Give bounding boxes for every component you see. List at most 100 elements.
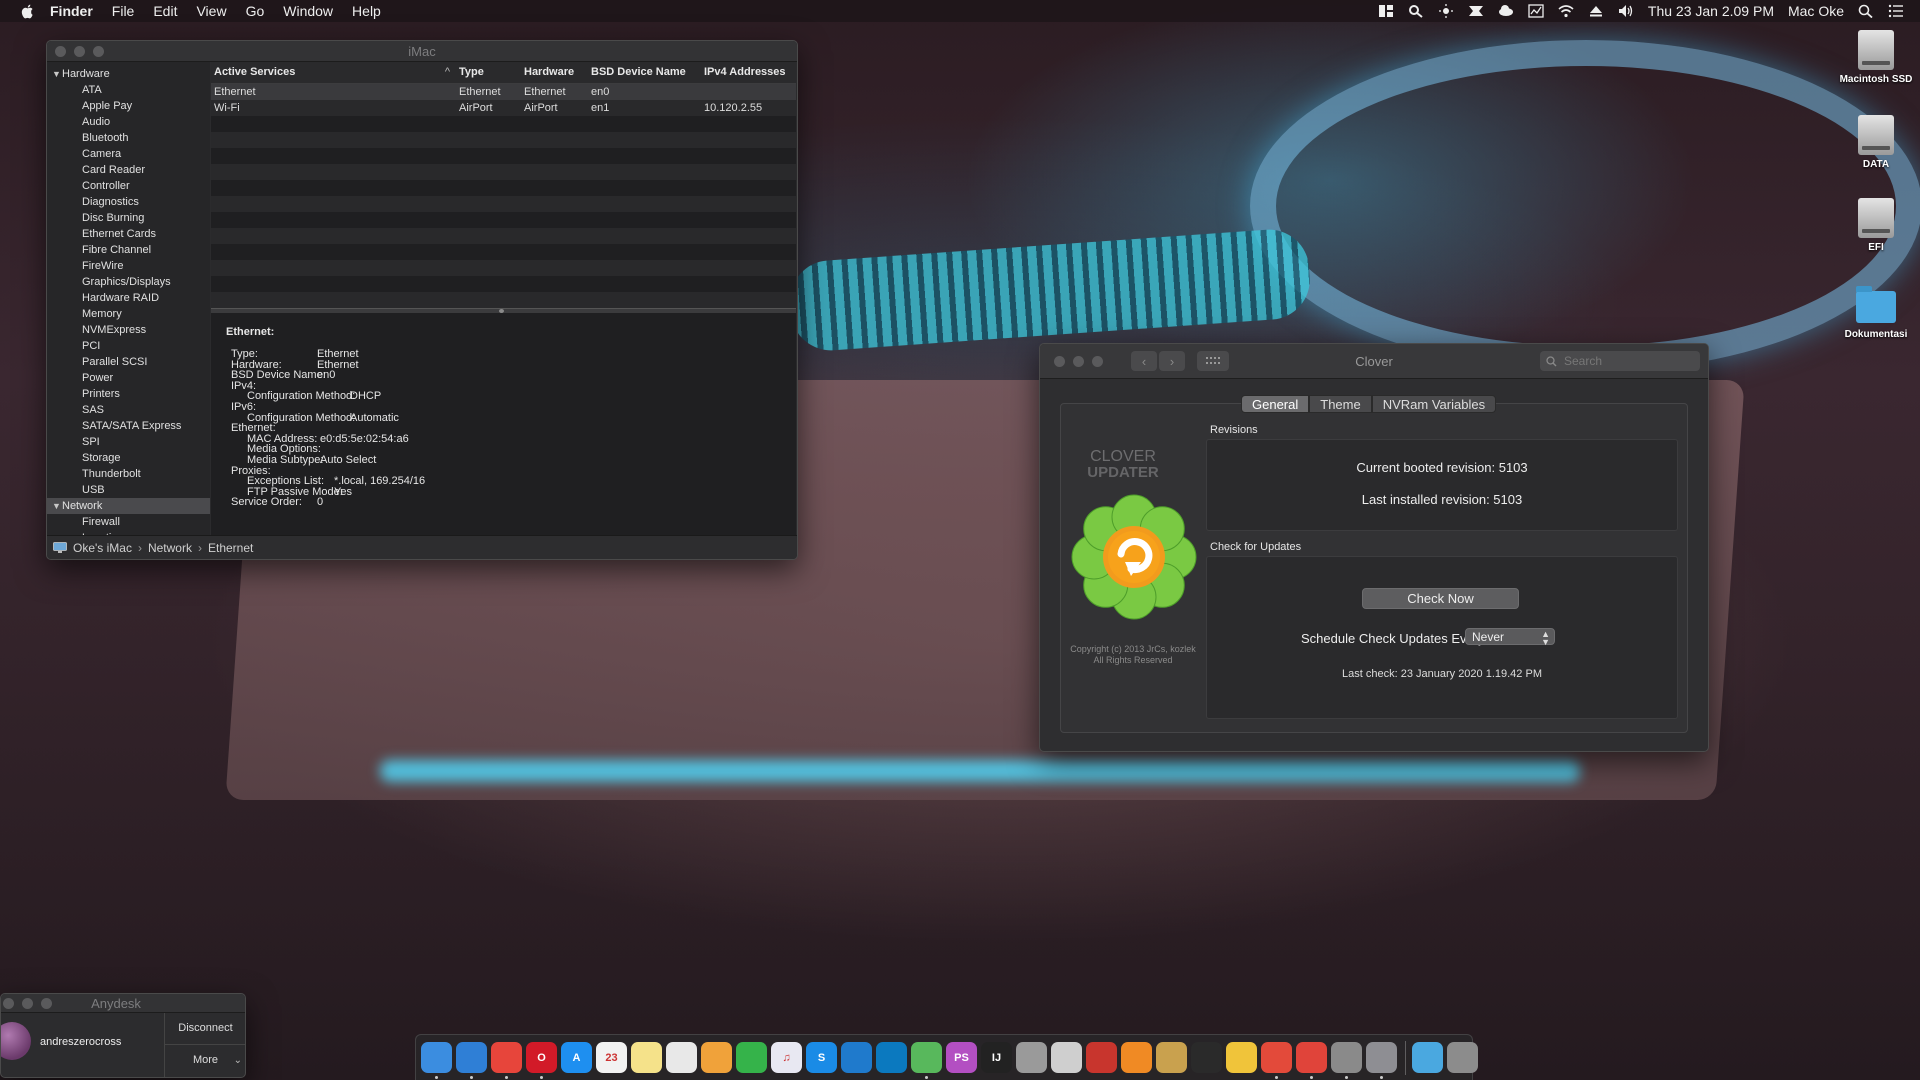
sidebar-item-spi[interactable]: SPI [47,434,210,450]
calendar-icon[interactable]: 23 [596,1042,627,1073]
sidebar-item-camera[interactable]: Camera [47,146,210,162]
sidebar-item-diagnostics[interactable]: Diagnostics [47,194,210,210]
minimize-button[interactable] [74,45,85,57]
sidebar-item-usb[interactable]: USB [47,482,210,498]
android-studio-icon[interactable] [911,1042,942,1079]
sidebar-item-power[interactable]: Power [47,370,210,386]
zoom-button[interactable] [41,997,52,1009]
table-row[interactable]: Ethernet Ethernet Ethernet en0 [211,84,796,100]
spotlight-icon[interactable] [1858,4,1874,18]
menu-go[interactable]: Go [246,3,265,19]
minimize-button[interactable] [1073,355,1084,367]
brightness-icon[interactable] [1438,4,1454,18]
cloud-icon[interactable] [1498,4,1514,18]
sidebar-item-sata-sata-express[interactable]: SATA/SATA Express [47,418,210,434]
disconnect-button[interactable]: Disconnect [165,1013,245,1045]
close-button[interactable] [1054,355,1065,367]
safari-icon[interactable] [456,1042,487,1079]
sidebar-item-pci[interactable]: PCI [47,338,210,354]
sidebar-item-network[interactable]: ▼Network [47,498,210,514]
sidebar-item-ata[interactable]: ATA [47,82,210,98]
trash-icon[interactable] [1447,1042,1478,1073]
menu-file[interactable]: File [112,3,135,19]
downloads-folder-icon[interactable] [1412,1042,1443,1073]
intellij-icon[interactable]: IJ [981,1042,1012,1073]
clock[interactable]: Thu 23 Jan 2.09 PM [1648,3,1774,19]
desktop-icon-data[interactable]: DATA [1836,115,1916,170]
desktop-icon-macintosh-ssd[interactable]: Macintosh SSD [1836,30,1916,85]
window-titlebar[interactable]: Anydesk [1,994,245,1013]
sidebar-item-nvmexpress[interactable]: NVMExpress [47,322,210,338]
notes-icon[interactable] [631,1042,662,1073]
sequel-pro-icon[interactable] [1051,1042,1082,1073]
airplay-icon[interactable] [1468,4,1484,18]
minimize-button[interactable] [22,997,33,1009]
user-name[interactable]: Mac Oke [1788,3,1844,19]
mail-icon[interactable] [1121,1042,1152,1073]
archive-icon[interactable] [1156,1042,1187,1073]
sidebar-item-ethernet-cards[interactable]: Ethernet Cards [47,226,210,242]
git-icon[interactable] [1261,1042,1292,1079]
volume-icon[interactable] [1618,4,1634,18]
app-store-icon[interactable]: A [561,1042,592,1073]
window-toolbar[interactable]: ‹ › Clover [1040,344,1708,379]
menu-window[interactable]: Window [283,3,333,19]
column-header[interactable]: Hardware [521,62,588,83]
search-status-icon[interactable] [1408,4,1424,18]
column-header[interactable]: IPv4 Addresses [701,62,796,83]
menu-help[interactable]: Help [352,3,381,19]
database-icon[interactable] [1016,1042,1047,1073]
sidebar-item-disc-burning[interactable]: Disc Burning [47,210,210,226]
phpstorm-icon[interactable]: PS [946,1042,977,1073]
desktop-icon-dokumentasi[interactable]: Dokumentasi [1836,285,1916,340]
sidebar-item-fibre-channel[interactable]: Fibre Channel [47,242,210,258]
breadcrumb-item[interactable]: Ethernet [208,541,253,555]
chrome-icon[interactable] [491,1042,522,1079]
sidebar-item-audio[interactable]: Audio [47,114,210,130]
search-field[interactable] [1540,351,1700,371]
sidebar-item-bluetooth[interactable]: Bluetooth [47,130,210,146]
shazam-icon[interactable]: S [806,1042,837,1073]
activity-icon[interactable] [1528,4,1544,18]
sidebar-item-card-reader[interactable]: Card Reader [47,162,210,178]
sidebar-item-printers[interactable]: Printers [47,386,210,402]
sidebar-item-firewire[interactable]: FireWire [47,258,210,274]
schedule-select[interactable]: Never ▲ ▼ [1465,628,1555,647]
sourcetree-icon[interactable] [1296,1042,1327,1079]
breadcrumb-item[interactable]: Network [148,541,192,555]
sidebar-item-controller[interactable]: Controller [47,178,210,194]
itunes-icon[interactable]: ♫ [771,1042,802,1073]
photos-icon[interactable] [701,1042,732,1073]
more-button[interactable]: More ⌄ [165,1045,245,1076]
opera-icon[interactable]: O [526,1042,557,1079]
search-input[interactable] [1562,353,1686,369]
sidebar-item-thunderbolt[interactable]: Thunderbolt [47,466,210,482]
sidebar-item-memory[interactable]: Memory [47,306,210,322]
wifi-icon[interactable] [1558,4,1574,18]
close-button[interactable] [3,997,14,1009]
breadcrumb-item[interactable]: Oke's iMac [73,541,132,555]
keynote-icon[interactable] [1331,1042,1362,1079]
tab-general[interactable]: General [1241,395,1310,413]
disclosure-triangle-icon[interactable]: ▼ [52,498,62,514]
unity-icon[interactable] [1191,1042,1222,1073]
evernote-icon[interactable] [736,1042,767,1073]
tab-nvram-variables[interactable]: NVRam Variables [1371,395,1497,413]
column-header[interactable]: BSD Device Name [588,62,701,83]
sidebar-item-hardware-raid[interactable]: Hardware RAID [47,290,210,306]
finder-icon[interactable] [421,1042,452,1079]
textedit-icon[interactable] [666,1042,697,1073]
check-now-button[interactable]: Check Now [1362,588,1519,609]
sidebar-item-sas[interactable]: SAS [47,402,210,418]
sidebar-item-storage[interactable]: Storage [47,450,210,466]
column-header[interactable]: Active Services ^ [211,62,456,83]
disclosure-triangle-icon[interactable]: ▼ [52,66,62,82]
back-button[interactable]: ‹ [1131,351,1157,371]
photo-booth-icon[interactable] [1086,1042,1117,1073]
forward-button[interactable]: › [1159,351,1185,371]
vscode-icon[interactable] [841,1042,872,1073]
sidebar-item-graphics-displays[interactable]: Graphics/Displays [47,274,210,290]
desktop-icon-efi[interactable]: EFI [1836,198,1916,253]
notification-center-icon[interactable] [1888,4,1904,18]
sidebar-item-parallel-scsi[interactable]: Parallel SCSI [47,354,210,370]
